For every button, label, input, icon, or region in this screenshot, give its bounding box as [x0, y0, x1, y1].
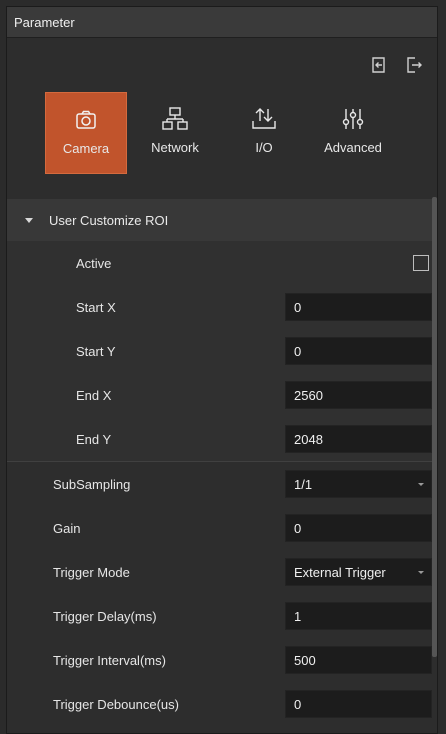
end-x-input[interactable]: 2560	[285, 381, 432, 409]
trigger-debounce-input[interactable]: 0	[285, 690, 432, 718]
tab-network-label: Network	[151, 140, 199, 155]
panel-title: Parameter	[7, 7, 437, 38]
tab-advanced-label: Advanced	[324, 140, 382, 155]
row-trigger-mode: Trigger Mode External Trigger	[7, 550, 437, 594]
gain-label: Gain	[53, 520, 81, 536]
row-gain: Gain 0	[7, 506, 437, 550]
active-label: Active	[76, 255, 112, 271]
row-trigger-interval: Trigger Interval(ms) 500	[7, 638, 437, 682]
trigger-mode-label: Trigger Mode	[53, 564, 130, 580]
tab-advanced[interactable]: Advanced	[312, 92, 394, 174]
row-end-x: End X 2560	[7, 373, 437, 417]
row-trigger-debounce: Trigger Debounce(us) 0	[7, 682, 437, 726]
caret-down-icon	[25, 217, 33, 223]
gain-input[interactable]: 0	[285, 514, 432, 542]
category-tabs: Camera Network I/O Advanced	[7, 92, 437, 178]
trigger-interval-input[interactable]: 500	[285, 646, 432, 674]
roi-section-header[interactable]: User Customize ROI	[7, 199, 437, 241]
parameter-list: User Customize ROI Active Start X 0 Star…	[7, 199, 437, 733]
trigger-debounce-label: Trigger Debounce(us)	[53, 696, 179, 712]
row-active: Active	[7, 241, 437, 285]
row-subsampling: SubSampling 1/1	[7, 462, 437, 506]
start-x-input[interactable]: 0	[285, 293, 432, 321]
active-checkbox[interactable]	[413, 255, 429, 271]
tab-io-label: I/O	[255, 140, 273, 155]
chevron-down-icon	[418, 571, 424, 574]
subsampling-value: 1/1	[294, 476, 313, 492]
start-y-label: Start Y	[76, 343, 116, 359]
row-trigger-delay: Trigger Delay(ms) 1	[7, 594, 437, 638]
trigger-mode-select[interactable]: External Trigger	[285, 558, 432, 586]
row-start-y: Start Y 0	[7, 329, 437, 373]
tab-network[interactable]: Network	[134, 92, 216, 174]
tab-camera-label: Camera	[62, 141, 110, 156]
roi-section-title: User Customize ROI	[49, 212, 169, 228]
parameter-panel: Parameter Camera Network I/O Advanced Us…	[6, 6, 438, 734]
subsampling-label: SubSampling	[53, 476, 131, 492]
tab-camera[interactable]: Camera	[45, 92, 127, 174]
row-start-x: Start X 0	[7, 285, 437, 329]
trigger-delay-label: Trigger Delay(ms)	[53, 608, 157, 624]
trigger-delay-input[interactable]: 1	[285, 602, 432, 630]
camera-icon	[75, 105, 97, 135]
end-y-input[interactable]: 2048	[285, 425, 432, 453]
import-icon	[372, 57, 385, 73]
import-button[interactable]	[367, 54, 389, 76]
row-end-y: End Y 2048	[7, 417, 437, 461]
scrollbar[interactable]	[432, 197, 437, 657]
io-icon	[251, 104, 277, 134]
end-x-label: End X	[76, 387, 112, 403]
toolbar	[7, 38, 437, 92]
export-icon	[407, 57, 422, 73]
sliders-icon	[341, 104, 365, 134]
start-y-input[interactable]: 0	[285, 337, 432, 365]
export-button[interactable]	[403, 54, 425, 76]
trigger-interval-label: Trigger Interval(ms)	[53, 652, 166, 668]
end-y-label: End Y	[76, 431, 112, 447]
chevron-down-icon	[418, 483, 424, 486]
tab-io[interactable]: I/O	[223, 92, 305, 174]
start-x-label: Start X	[76, 299, 116, 315]
network-icon	[162, 104, 188, 134]
subsampling-select[interactable]: 1/1	[285, 470, 432, 498]
trigger-mode-value: External Trigger	[294, 564, 386, 580]
